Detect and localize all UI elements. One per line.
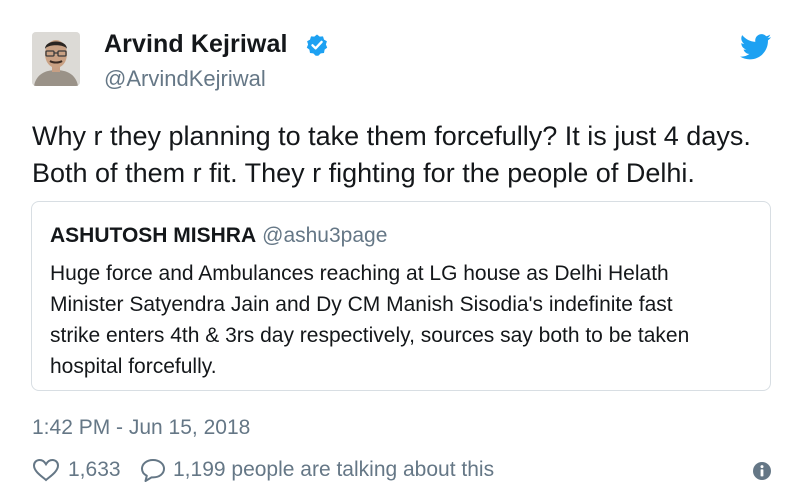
tweet-text: Why r they planning to take them forcefu… [32, 118, 772, 192]
twitter-bird-icon[interactable] [740, 34, 772, 60]
like-count[interactable]: 1,633 [68, 458, 121, 482]
quoted-text-line: Huge force and Ambulances reaching at LG… [50, 262, 669, 285]
tweet-text-line: Why r they planning to take them forcefu… [32, 121, 751, 151]
quoted-tweet-header: ASHUTOSH MISHRA @ashu3page [50, 224, 387, 248]
quoted-text-line: hospital forcefully. [50, 355, 217, 378]
author-display-name[interactable]: Arvind Kejriwal [104, 30, 288, 59]
verified-badge-icon [306, 34, 328, 56]
tweet-text-line: Both of them r fit. They r fighting for … [32, 158, 695, 188]
quoted-text-line: Minister Satyendra Jain and Dy CM Manish… [50, 293, 673, 316]
embedded-tweet: Arvind Kejriwal @ArvindKejriwal Why r th… [0, 0, 800, 504]
info-icon[interactable] [752, 461, 772, 481]
quoted-author-handle: @ashu3page [262, 224, 388, 247]
author-handle[interactable]: @ArvindKejriwal [104, 66, 266, 92]
avatar[interactable] [32, 32, 80, 86]
heart-icon[interactable] [32, 458, 60, 482]
conversation-count[interactable]: 1,199 people are talking about this [173, 458, 494, 482]
quoted-tweet-card[interactable]: ASHUTOSH MISHRA @ashu3page Huge force and… [31, 201, 771, 391]
quoted-author-name: ASHUTOSH MISHRA [50, 224, 257, 247]
quoted-tweet-text: Huge force and Ambulances reaching at LG… [50, 258, 760, 382]
quoted-text-line: strike enters 4th & 3rs day respectively… [50, 324, 690, 347]
tweet-timestamp[interactable]: 1:42 PM - Jun 15, 2018 [32, 416, 250, 440]
speech-bubble-icon[interactable] [140, 458, 166, 482]
avatar-photo-icon [32, 32, 80, 86]
